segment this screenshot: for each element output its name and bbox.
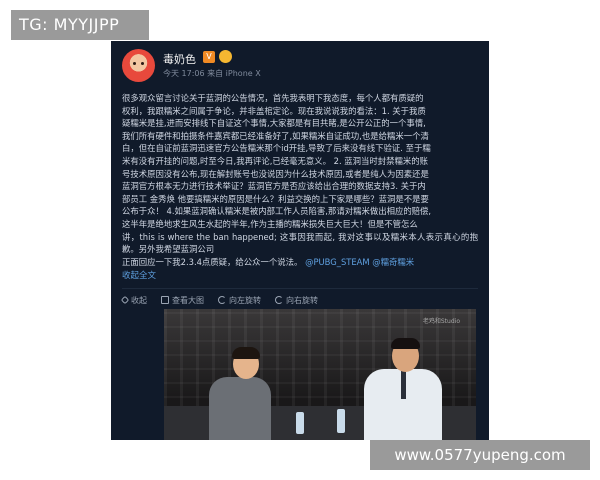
person-right-hair: [391, 338, 420, 349]
post-timestamp: 今天 17:06 来自 iPhone X: [163, 69, 261, 78]
collapse-icon: [120, 295, 130, 305]
post-line: 公布于众！ 4.如果蓝洞确认糯米是被内部工作人员陷害,那请对糯米做出相应的赔偿,: [122, 206, 432, 217]
view-large-label: 查看大图: [172, 295, 204, 305]
person-right-tie: [401, 371, 406, 399]
watermark-bottom-right: www.0577yupeng.com: [370, 440, 590, 470]
person-left-hair: [232, 347, 260, 359]
avatar[interactable]: [122, 49, 155, 82]
post-line: 部员工 金秀焕 他要搞糯米的原因是什么？利益交换的上下家是哪些？蓝洞是不是要: [122, 193, 429, 204]
post-line: 白，但在自证前蓝洞迅速官方公告糯米那个id开挂,导致了后来没有线下验证. 至于糯: [122, 143, 431, 154]
mention-link[interactable]: @糯奇糯米: [372, 257, 414, 267]
member-badge-icon: [219, 50, 232, 63]
collapse-label: 收起: [131, 295, 147, 305]
post-line-last: 正面回应一下我2.3.4点质疑，给公众一个说法。 @PUBG_STEAM @糯奇…: [122, 256, 478, 269]
username[interactable]: 毒奶色: [163, 51, 196, 67]
rotate-left-label: 向左旋转: [229, 295, 261, 305]
post-line: 我们所有硬件和拍摄条件嘉宾都已经准备好了,如果糯米自证成功,也是给糯米一个清: [122, 130, 429, 141]
post-line: 讲，this is where the ban happened; 这事因我而起…: [122, 231, 478, 255]
water-bottle: [337, 409, 345, 433]
verified-badge-icon: V: [203, 51, 215, 63]
avatar-eye-icon: [133, 62, 136, 65]
weibo-post: 毒奶色 V 今天 17:06 来自 iPhone X 很多观众留言讨论关于蓝洞的…: [111, 41, 489, 440]
avatar-eye-icon: [141, 62, 144, 65]
watermark-top-left: TG: MYYJJPP: [11, 10, 149, 40]
image-toolbar: 收起 查看大图 向左旋转 向右旋转: [120, 288, 478, 308]
view-large-image-button[interactable]: 查看大图: [161, 292, 204, 308]
post-line: 很多观众留言讨论关于蓝洞的公告情况，首先我表明下我态度，每个人都有质疑的: [122, 93, 424, 103]
video-still-image[interactable]: 老鸡和Studio: [164, 309, 476, 440]
rotate-left-button[interactable]: 向左旋转: [218, 292, 261, 308]
mention-link[interactable]: @PUBG_STEAM: [305, 257, 370, 267]
rotate-right-label: 向右旋转: [286, 295, 318, 305]
post-line: 蓝洞官方根本无力进行技术举证？蓝洞官方是否应该给出合理的数据支持3. 关于内: [122, 181, 426, 192]
rotate-left-icon: [218, 296, 226, 304]
post-line: 正面回应一下我2.3.4点质疑，给公众一个说法。: [122, 256, 303, 267]
water-bottle: [296, 412, 304, 434]
collapse-button[interactable]: 收起: [120, 292, 147, 308]
post-body: 很多观众留言讨论关于蓝洞的公告情况，首先我表明下我态度，每个人都有质疑的 权利，…: [122, 92, 478, 268]
video-watermark: 老鸡和Studio: [422, 318, 460, 325]
person-left-body: [209, 377, 271, 440]
collapse-full-text-link[interactable]: 收起全文: [122, 269, 156, 281]
magnifier-icon: [161, 296, 169, 304]
post-line: 权利，我跟糯米之间属于争论，并非盖棺定论。现在我说说我的看法：1. 关于我质: [122, 105, 426, 116]
post-line: 号技术原因没有公布,现在解封账号也没说因为什么技术原因,或者是纯人为因素还是: [122, 168, 429, 179]
post-line: 米有没有开挂的问题,时至今日,我再评论,已经毫无意义。 2. 蓝洞当时封禁糯米的…: [122, 155, 429, 166]
post-line: 这半年是绝地求生风生水起的半年,作为主播的糯米损失巨大巨大！但是不管怎么: [122, 218, 418, 229]
rotate-right-icon: [275, 296, 283, 304]
post-header: 毒奶色 V 今天 17:06 来自 iPhone X: [122, 49, 478, 85]
post-line: 疑糯米是挂,进而安排线下自证这个事情,大家都是有目共睹,是公开公正的一个事情,: [122, 118, 426, 129]
rotate-right-button[interactable]: 向右旋转: [275, 292, 318, 308]
